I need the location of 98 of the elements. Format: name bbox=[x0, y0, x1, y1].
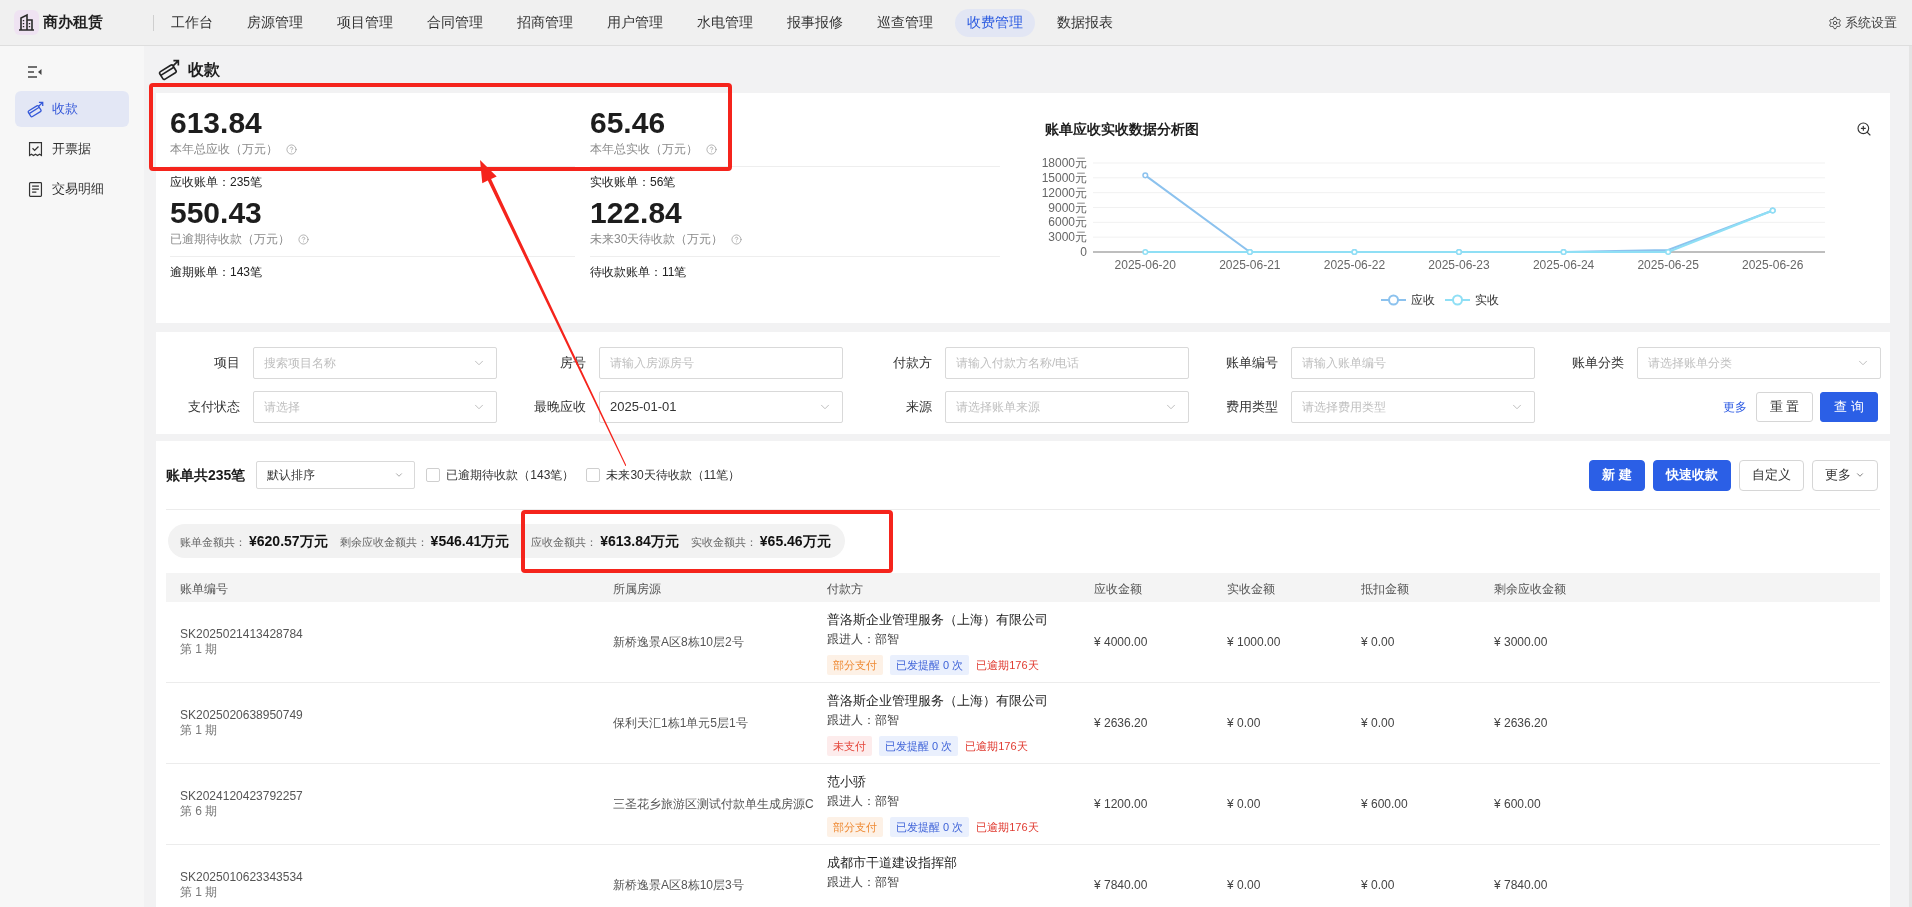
amount-text: ¥ 0.00 bbox=[1227, 715, 1261, 732]
amount-text: ¥ 7840.00 bbox=[1494, 877, 1548, 894]
stat-detail: 待收款账单：11笔 bbox=[590, 264, 688, 280]
bill-number-text: SK2025021413428784 bbox=[180, 627, 304, 642]
overdue-text: 已逾期176天 bbox=[976, 819, 1039, 835]
summary-value: ¥620.57万元 bbox=[249, 531, 328, 551]
summary-label: 剩余应收金额共： bbox=[339, 534, 428, 550]
x-axis-label: 2025-06-26 bbox=[1742, 258, 1804, 272]
amount-text: ¥ 0.00 bbox=[1227, 877, 1261, 894]
column-header: 实收金额 bbox=[1227, 581, 1275, 596]
field-label: 账单编号 bbox=[1225, 354, 1278, 373]
y-axis-label: 6000元 bbox=[1048, 215, 1087, 230]
field-label: 来源 bbox=[905, 398, 932, 417]
summary-label: 实收金额共： bbox=[690, 534, 757, 550]
property-text: 新桥逸景A区8栋10层3号 bbox=[613, 877, 744, 894]
period-text: 第 1 期 bbox=[180, 885, 219, 900]
follower-text: 跟进人：部智 bbox=[827, 631, 899, 648]
amount-text: ¥ 3000.00 bbox=[1494, 634, 1548, 651]
field-label: 付款方 bbox=[892, 354, 932, 373]
bill-number-text: SK2025010623343534 bbox=[180, 870, 304, 885]
stat-detail: 实收账单：56笔 bbox=[590, 174, 677, 190]
summary-value: ¥65.46万元 bbox=[759, 531, 831, 551]
y-axis-label: 9000元 bbox=[1048, 200, 1087, 215]
bill-number-text: SK2024120423792257 bbox=[180, 789, 304, 804]
field-label: 项目 bbox=[213, 354, 240, 373]
stat-detail: 逾期账单：143笔 bbox=[170, 264, 264, 280]
x-axis-label: 2025-06-20 bbox=[1114, 258, 1176, 272]
x-axis-label: 2025-06-23 bbox=[1428, 258, 1490, 272]
stat-value: 613.84 bbox=[170, 105, 263, 141]
column-header: 剩余应收金额 bbox=[1494, 581, 1566, 596]
summary-value: ¥546.41万元 bbox=[430, 531, 510, 551]
payment-status-tag: 部分支付 bbox=[827, 817, 883, 837]
x-axis-label: 2025-06-21 bbox=[1219, 258, 1281, 272]
stat-label: 本年总实收（万元） bbox=[590, 141, 698, 157]
stat-detail: 应收账单：235笔 bbox=[170, 174, 264, 190]
follower-text: 跟进人：部智 bbox=[827, 712, 899, 729]
column-header: 抵扣金额 bbox=[1361, 581, 1409, 596]
column-header: 付款方 bbox=[827, 581, 863, 596]
payer-name: 普洛斯企业管理服务（上海）有限公司 bbox=[827, 692, 1048, 710]
amount-text: ¥ 0.00 bbox=[1227, 796, 1261, 813]
stat-label: 本年总应收（万元） bbox=[170, 141, 278, 157]
x-axis-label: 2025-06-22 bbox=[1323, 258, 1386, 272]
period-text: 第 1 期 bbox=[180, 723, 219, 738]
y-axis-label: 3000元 bbox=[1048, 230, 1087, 245]
amount-text: ¥ 1000.00 bbox=[1227, 634, 1281, 651]
amount-text: ¥ 0.00 bbox=[1361, 634, 1395, 651]
reminder-tag: 已发提醒 0 次 bbox=[879, 736, 959, 756]
payer-name: 普洛斯企业管理服务（上海）有限公司 bbox=[827, 611, 1048, 629]
reminder-tag: 已发提醒 0 次 bbox=[890, 655, 970, 675]
stat-value: 65.46 bbox=[590, 105, 667, 141]
follower-text: 跟进人：部智 bbox=[827, 874, 899, 891]
period-text: 第 1 期 bbox=[180, 642, 219, 657]
amount-text: ¥ 0.00 bbox=[1361, 715, 1395, 732]
amount-text: ¥ 7840.00 bbox=[1094, 877, 1148, 894]
payment-status-tag: 部分支付 bbox=[827, 655, 883, 675]
y-axis-label: 18000元 bbox=[1041, 156, 1087, 170]
y-axis-label: 15000元 bbox=[1041, 170, 1087, 185]
x-axis-label: 2025-06-25 bbox=[1637, 258, 1699, 272]
property-text: 三圣花乡旅游区测试付款单生成房源C bbox=[613, 796, 814, 813]
summary-value: ¥613.84万元 bbox=[600, 531, 679, 551]
column-header: 账单编号 bbox=[180, 581, 228, 596]
chart-title: 账单应收实收数据分析图 bbox=[1045, 120, 1199, 139]
reminder-tag: 已发提醒 0 次 bbox=[890, 817, 970, 837]
amount-text: ¥ 0.00 bbox=[1361, 877, 1395, 894]
field-label: 费用类型 bbox=[1225, 398, 1278, 417]
stat-value: 122.84 bbox=[590, 195, 683, 231]
column-header: 应收金额 bbox=[1094, 581, 1142, 596]
summary-label: 账单金额共： bbox=[180, 534, 246, 550]
payer-name: 范小骄 bbox=[827, 773, 866, 791]
bill-count-title: 账单共235笔 bbox=[166, 465, 246, 485]
app-logo-text: 商办租赁 bbox=[43, 12, 103, 33]
field-label: 最晚应收 bbox=[533, 398, 586, 417]
bill-number-text: SK2025020638950749 bbox=[180, 708, 304, 723]
period-text: 第 6 期 bbox=[180, 804, 219, 819]
payment-status-tag: 未支付 bbox=[827, 736, 872, 756]
follower-text: 跟进人：部智 bbox=[827, 793, 899, 810]
field-label: 支付状态 bbox=[187, 398, 240, 417]
property-text: 新桥逸景A区8栋10层2号 bbox=[613, 634, 744, 651]
page-title: 收款 bbox=[188, 59, 220, 80]
amount-text: ¥ 2636.20 bbox=[1094, 715, 1148, 732]
amount-text: ¥ 600.00 bbox=[1494, 796, 1541, 813]
stat-value: 550.43 bbox=[170, 195, 263, 231]
y-axis-label: 0 bbox=[1080, 245, 1087, 259]
stat-label: 未来30天待收款（万元） bbox=[590, 231, 724, 247]
y-axis-label: 12000元 bbox=[1041, 185, 1087, 200]
amount-text: ¥ 1200.00 bbox=[1094, 796, 1148, 813]
property-text: 保利天汇1栋1单元5层1号 bbox=[613, 715, 748, 732]
amount-text: ¥ 2636.20 bbox=[1494, 715, 1548, 732]
payer-name: 成都市干道建设指挥部 bbox=[827, 854, 957, 872]
overdue-text: 已逾期176天 bbox=[965, 738, 1028, 754]
overdue-text: 已逾期176天 bbox=[976, 657, 1039, 673]
field-label: 账单分类 bbox=[1571, 354, 1624, 373]
amount-text: ¥ 4000.00 bbox=[1094, 634, 1148, 651]
x-axis-label: 2025-06-24 bbox=[1532, 258, 1595, 272]
summary-label: 应收金额共： bbox=[531, 534, 598, 550]
stat-label: 已逾期待收款（万元） bbox=[170, 231, 290, 247]
column-header: 所属房源 bbox=[613, 581, 661, 596]
amount-text: ¥ 600.00 bbox=[1361, 796, 1408, 813]
